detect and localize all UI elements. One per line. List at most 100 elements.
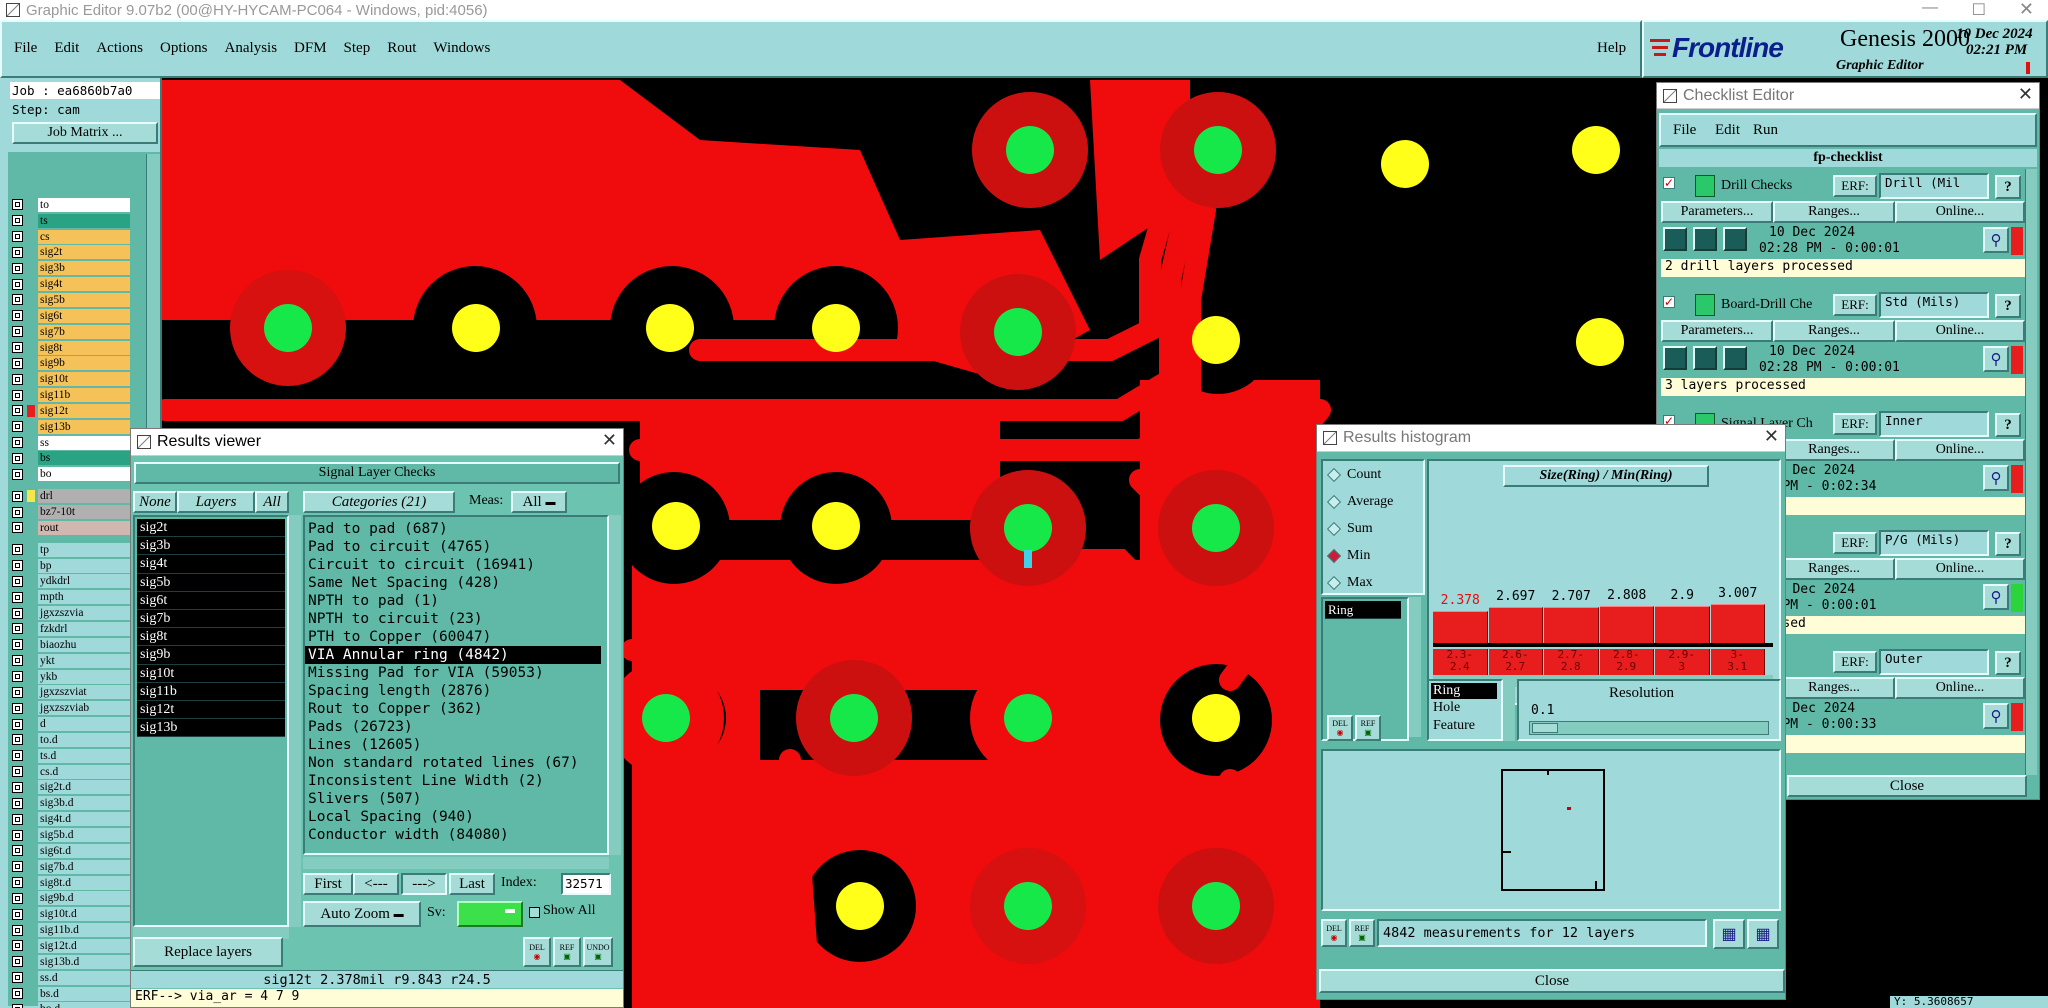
layer-row[interactable]: mpth: [12, 589, 130, 605]
type-ring[interactable]: Ring: [1431, 683, 1497, 699]
checklist-menu-edit[interactable]: Edit: [1715, 122, 1740, 139]
last-button[interactable]: Last: [449, 873, 495, 895]
resolution-slider-handle[interactable]: [1532, 723, 1558, 733]
layer-row[interactable]: sig5b: [12, 292, 130, 308]
layer-checkbox[interactable]: [12, 490, 23, 502]
first-button[interactable]: First: [303, 873, 353, 895]
result-layer-scrollbar[interactable]: [289, 515, 301, 927]
erf-field[interactable]: Drill (Mil: [1879, 173, 1989, 199]
layer-checkbox[interactable]: [12, 829, 23, 841]
aggregate-option[interactable]: Sum: [1326, 521, 1373, 537]
category-item[interactable]: Pads (26723): [305, 718, 607, 736]
layer-row[interactable]: sig9b.d: [12, 891, 130, 907]
menu-analysis[interactable]: Analysis: [225, 40, 278, 57]
next-button[interactable]: --->: [401, 873, 447, 895]
check-enable-checkbox[interactable]: ✓: [1663, 177, 1675, 189]
result-layer-item[interactable]: sig11b: [137, 682, 285, 701]
index-field[interactable]: 32571: [561, 873, 611, 895]
layer-checkbox[interactable]: [12, 639, 23, 651]
zoom-results-icon[interactable]: ⚲: [1983, 703, 2009, 729]
layer-checkbox[interactable]: [12, 405, 23, 417]
layer-row[interactable]: to: [12, 197, 130, 213]
layer-row[interactable]: ts: [12, 213, 130, 229]
layer-checkbox[interactable]: [12, 506, 23, 518]
layer-checkbox[interactable]: [12, 845, 23, 857]
show-all-checkbox[interactable]: [529, 907, 540, 918]
type-feature[interactable]: Feature: [1433, 718, 1475, 734]
category-hscrollbar[interactable]: [303, 857, 609, 869]
result-layer-item[interactable]: sig2t: [137, 519, 285, 538]
layer-checkbox[interactable]: [12, 892, 23, 904]
layer-checkbox[interactable]: [12, 750, 23, 762]
layer-checkbox[interactable]: [12, 326, 23, 338]
erf-button[interactable]: ERF:: [1833, 413, 1877, 435]
layer-checkbox[interactable]: [12, 623, 23, 635]
layer-checkbox[interactable]: [12, 357, 23, 369]
layer-row[interactable]: sig10t.d: [12, 906, 130, 922]
layer-checkbox[interactable]: [12, 421, 23, 433]
results-viewer-titlebar[interactable]: Results viewer ✕: [131, 429, 623, 456]
menu-rout[interactable]: Rout: [387, 40, 416, 57]
layer-row[interactable]: rout: [12, 520, 130, 536]
zoom-results-icon[interactable]: ⚲: [1983, 584, 2009, 610]
category-item[interactable]: VIA Annular ring (4842): [305, 646, 601, 664]
layer-checkbox[interactable]: [12, 734, 23, 746]
layer-row[interactable]: sig5b.d: [12, 827, 130, 843]
layer-checkbox[interactable]: [12, 199, 23, 211]
layer-row[interactable]: cs: [12, 229, 130, 245]
layer-row[interactable]: bo: [12, 466, 130, 482]
histogram-bar[interactable]: [1488, 607, 1543, 643]
layer-checkbox[interactable]: [12, 702, 23, 714]
layer-checkbox[interactable]: [12, 310, 23, 322]
layer-checkbox[interactable]: [12, 972, 23, 984]
layer-row[interactable]: bo.d: [12, 1002, 130, 1008]
run-action-icon[interactable]: [1663, 346, 1687, 370]
result-layer-item[interactable]: sig4t: [137, 555, 285, 574]
layer-checkbox[interactable]: [12, 781, 23, 793]
category-item[interactable]: Spacing length (2876): [305, 682, 607, 700]
layer-checkbox[interactable]: [12, 437, 23, 449]
type-list-scrollbar[interactable]: [1409, 597, 1421, 737]
layer-checkbox[interactable]: [12, 686, 23, 698]
layer-checkbox[interactable]: [12, 671, 23, 683]
layer-checkbox[interactable]: [12, 908, 23, 920]
help-icon[interactable]: ?: [1995, 294, 2021, 318]
layer-checkbox[interactable]: [12, 342, 23, 354]
layer-row[interactable]: sig2t.d: [12, 780, 130, 796]
parameters-button[interactable]: Parameters...: [1661, 201, 1773, 223]
replace-layers-button[interactable]: Replace layers: [133, 937, 283, 967]
layer-row[interactable]: sig4t: [12, 276, 130, 292]
job-matrix-button[interactable]: Job Matrix ...: [12, 122, 158, 144]
histogram-bar[interactable]: [1655, 606, 1710, 643]
layer-checkbox[interactable]: [12, 294, 23, 306]
type-hole[interactable]: Hole: [1433, 700, 1460, 716]
layer-row[interactable]: drl: [12, 488, 130, 504]
result-layer-item[interactable]: sig7b: [137, 609, 285, 629]
layer-row[interactable]: biaozhu: [12, 637, 130, 653]
online-button[interactable]: Online...: [1895, 201, 2025, 223]
layer-checkbox[interactable]: [12, 797, 23, 809]
category-item[interactable]: Slivers (507): [305, 790, 607, 808]
sv-color-dropdown[interactable]: [457, 901, 523, 927]
layer-checkbox[interactable]: [12, 924, 23, 936]
categories-button[interactable]: Categories (21): [303, 491, 455, 513]
run-step-icon[interactable]: [1693, 346, 1717, 370]
layer-checkbox[interactable]: [12, 575, 23, 587]
layer-row[interactable]: bp: [12, 558, 130, 574]
all-button[interactable]: All: [255, 491, 289, 513]
layer-row[interactable]: tp: [12, 542, 130, 558]
layer-row[interactable]: ykb: [12, 669, 130, 685]
layer-row[interactable]: bs: [12, 451, 130, 467]
help-icon[interactable]: ?: [1995, 413, 2021, 437]
layer-checkbox[interactable]: [12, 956, 23, 968]
erf-button[interactable]: ERF:: [1833, 651, 1877, 673]
category-item[interactable]: Same Net Spacing (428): [305, 574, 607, 592]
category-item[interactable]: Missing Pad for VIA (59053): [305, 664, 607, 682]
checklist-close-icon[interactable]: ✕: [2018, 84, 2033, 105]
result-layer-item[interactable]: sig3b: [137, 537, 285, 556]
meas-dropdown[interactable]: All ▬: [511, 491, 567, 513]
layer-row[interactable]: sig11b.d: [12, 922, 130, 938]
layer-row[interactable]: sig13b.d: [12, 954, 130, 970]
layer-row[interactable]: bs.d: [12, 986, 130, 1002]
layer-row[interactable]: to.d: [12, 732, 130, 748]
